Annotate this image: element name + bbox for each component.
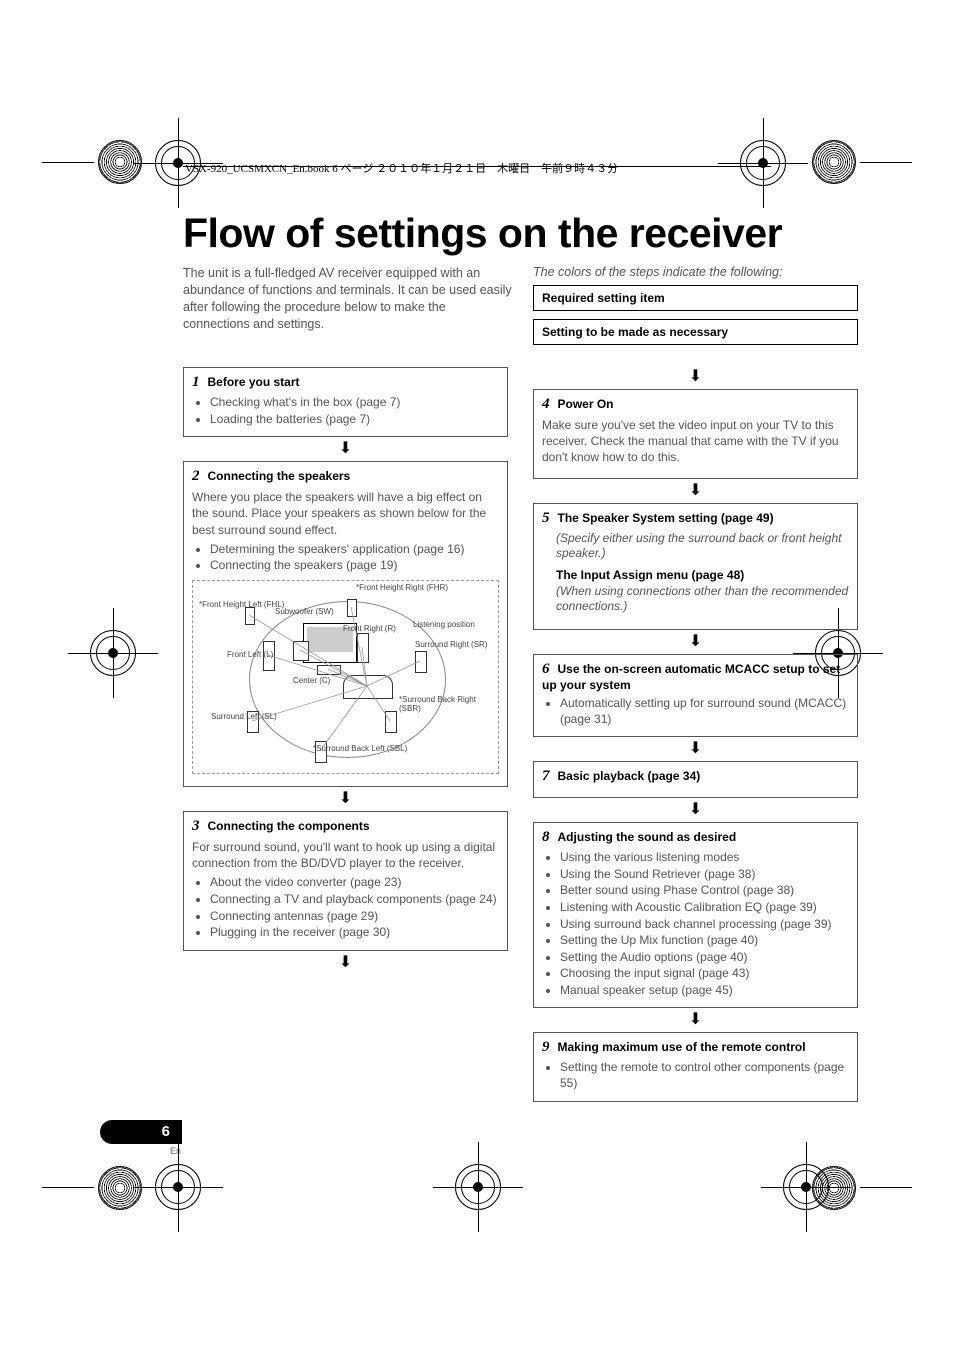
dlabel-fl: Front Left (L) bbox=[227, 651, 273, 660]
flow-arrow-icon: ⬇ bbox=[533, 483, 858, 499]
dlabel-fr: Front Right (R) bbox=[343, 625, 396, 634]
step-2: 2 Connecting the speakers Where you place… bbox=[183, 461, 508, 787]
flow-arrow-icon: ⬇ bbox=[183, 955, 508, 971]
cross-mark-left bbox=[90, 630, 136, 676]
dlabel-sbr: *Surround Back Right (SBR) bbox=[399, 696, 498, 714]
reg-mark-tr bbox=[812, 140, 856, 184]
step-4: 4 Power On Make sure you've set the video… bbox=[533, 389, 858, 479]
crop-line bbox=[42, 162, 94, 163]
flow-arrow-icon: ⬇ bbox=[533, 741, 858, 757]
crop-line bbox=[860, 1187, 912, 1188]
bullet: Automatically setting up for surround so… bbox=[560, 696, 849, 727]
dlabel-c: Center (C) bbox=[293, 677, 330, 686]
bullet: Setting the Audio options (page 40) bbox=[560, 950, 849, 966]
legend-intro: The colors of the steps indicate the fol… bbox=[533, 265, 858, 279]
dlabel-sr: Surround Right (SR) bbox=[415, 641, 487, 650]
bullet: Loading the batteries (page 7) bbox=[210, 412, 499, 428]
step-number: 8 bbox=[542, 829, 550, 845]
step-para: Where you place the speakers will have a… bbox=[192, 489, 499, 538]
speaker-layout-diagram: *Front Height Right (FHR) *Front Height … bbox=[192, 580, 499, 774]
step-heading: Use the on-screen automatic MCACC setup … bbox=[542, 662, 840, 692]
step-number: 1 bbox=[192, 374, 200, 390]
bullet: Using surround back channel processing (… bbox=[560, 917, 849, 933]
step-heading: Adjusting the sound as desired bbox=[558, 830, 737, 844]
page-lang-label: En bbox=[170, 1146, 181, 1156]
step-heading: Power On bbox=[558, 397, 614, 411]
step-para: For surround sound, you'll want to hook … bbox=[192, 839, 499, 871]
content-area: Flow of settings on the receiver The uni… bbox=[183, 210, 863, 1106]
bullet: About the video converter (page 23) bbox=[210, 875, 499, 891]
dlabel-listen: Listening position bbox=[413, 621, 475, 630]
flow-arrow-icon: ⬇ bbox=[183, 441, 508, 457]
bullet: Setting the Up Mix function (page 40) bbox=[560, 933, 849, 949]
step-heading: Connecting the speakers bbox=[208, 469, 351, 483]
header-rule bbox=[183, 166, 771, 167]
bullet: Better sound using Phase Control (page 3… bbox=[560, 883, 849, 899]
reg-mark-bl bbox=[98, 1166, 142, 1210]
legend-required: Required setting item bbox=[533, 285, 858, 311]
bullet: Plugging in the receiver (page 30) bbox=[210, 925, 499, 941]
step-subhead: The Input Assign menu (page 48) bbox=[556, 568, 849, 582]
page: VSX-920_UCSMXCN_En.book 6 ページ ２０１０年１月２１日… bbox=[0, 0, 954, 1350]
step-sub: (When using connections other than the r… bbox=[556, 584, 849, 615]
flow-arrow-icon: ⬇ bbox=[533, 1012, 858, 1028]
bullet: Checking what's in the box (page 7) bbox=[210, 395, 499, 411]
bullet: Connecting a TV and playback components … bbox=[210, 892, 499, 908]
cross-mark-bottom bbox=[455, 1164, 501, 1210]
step-number: 9 bbox=[542, 1039, 550, 1055]
bullet: Determining the speakers' application (p… bbox=[210, 542, 499, 558]
cross-mark-top bbox=[740, 140, 786, 186]
step-heading: Basic playback (page 34) bbox=[558, 769, 701, 783]
crop-line bbox=[42, 1187, 94, 1188]
cross-mark-br2 bbox=[783, 1164, 829, 1210]
step-heading: The Speaker System setting (page 49) bbox=[558, 511, 774, 525]
dlabel-fhl: *Front Height Left (FHL) bbox=[199, 601, 284, 610]
bullet: Connecting antennas (page 29) bbox=[210, 909, 499, 925]
step-7: 7 Basic playback (page 34) bbox=[533, 761, 858, 798]
step-3: 3 Connecting the components For surround … bbox=[183, 811, 508, 951]
legend-optional: Setting to be made as necessary bbox=[533, 319, 858, 345]
step-number: 2 bbox=[192, 468, 200, 484]
step-number: 3 bbox=[192, 818, 200, 834]
step-number: 5 bbox=[542, 510, 550, 526]
bullet: Manual speaker setup (page 45) bbox=[560, 983, 849, 999]
bullet: Connecting the speakers (page 19) bbox=[210, 558, 499, 574]
step-8: 8 Adjusting the sound as desired Using th… bbox=[533, 822, 858, 1008]
step-9: 9 Making maximum use of the remote contro… bbox=[533, 1032, 858, 1101]
step-number: 6 bbox=[542, 661, 550, 677]
doc-header: VSX-920_UCSMXCN_En.book 6 ページ ２０１０年１月２１日… bbox=[185, 160, 618, 176]
page-title: Flow of settings on the receiver bbox=[183, 210, 863, 257]
reg-mark-tl bbox=[98, 140, 142, 184]
flow-arrow-icon: ⬇ bbox=[183, 791, 508, 807]
dlabel-sbl: *Surround Back Left (SBL) bbox=[313, 745, 407, 754]
intro-text: The unit is a full-fledged AV receiver e… bbox=[183, 265, 513, 333]
bullet: Using the Sound Retriever (page 38) bbox=[560, 867, 849, 883]
step-number: 7 bbox=[542, 768, 550, 784]
bullet: Setting the remote to control other comp… bbox=[560, 1060, 849, 1091]
flow-arrow-icon: ⬇ bbox=[533, 802, 858, 818]
dlabel-sl: Surround Left (SL) bbox=[211, 713, 277, 722]
step-para: Make sure you've set the video input on … bbox=[542, 417, 849, 466]
step-sub: (Specify either using the surround back … bbox=[556, 531, 849, 562]
page-number-tab: 6 bbox=[100, 1120, 182, 1144]
step-6: 6Use the on-screen automatic MCACC setup… bbox=[533, 654, 858, 737]
cross-mark-bl2 bbox=[155, 1164, 201, 1210]
flow-arrow-icon: ⬇ bbox=[533, 369, 858, 385]
bullet: Choosing the input signal (page 43) bbox=[560, 966, 849, 982]
step-heading: Connecting the components bbox=[208, 819, 370, 833]
bullet: Using the various listening modes bbox=[560, 850, 849, 866]
step-5: 5 The Speaker System setting (page 49) (S… bbox=[533, 503, 858, 630]
bullet: Listening with Acoustic Calibration EQ (… bbox=[560, 900, 849, 916]
crop-line bbox=[860, 162, 912, 163]
step-number: 4 bbox=[542, 396, 550, 412]
step-1: 1 Before you start Checking what's in the… bbox=[183, 367, 508, 437]
dlabel-fhr: *Front Height Right (FHR) bbox=[356, 584, 448, 593]
flow-arrow-icon: ⬇ bbox=[533, 634, 858, 650]
step-heading: Making maximum use of the remote control bbox=[558, 1040, 806, 1054]
step-heading: Before you start bbox=[208, 375, 300, 389]
dlabel-sw: Subwoofer (SW) bbox=[275, 608, 334, 617]
